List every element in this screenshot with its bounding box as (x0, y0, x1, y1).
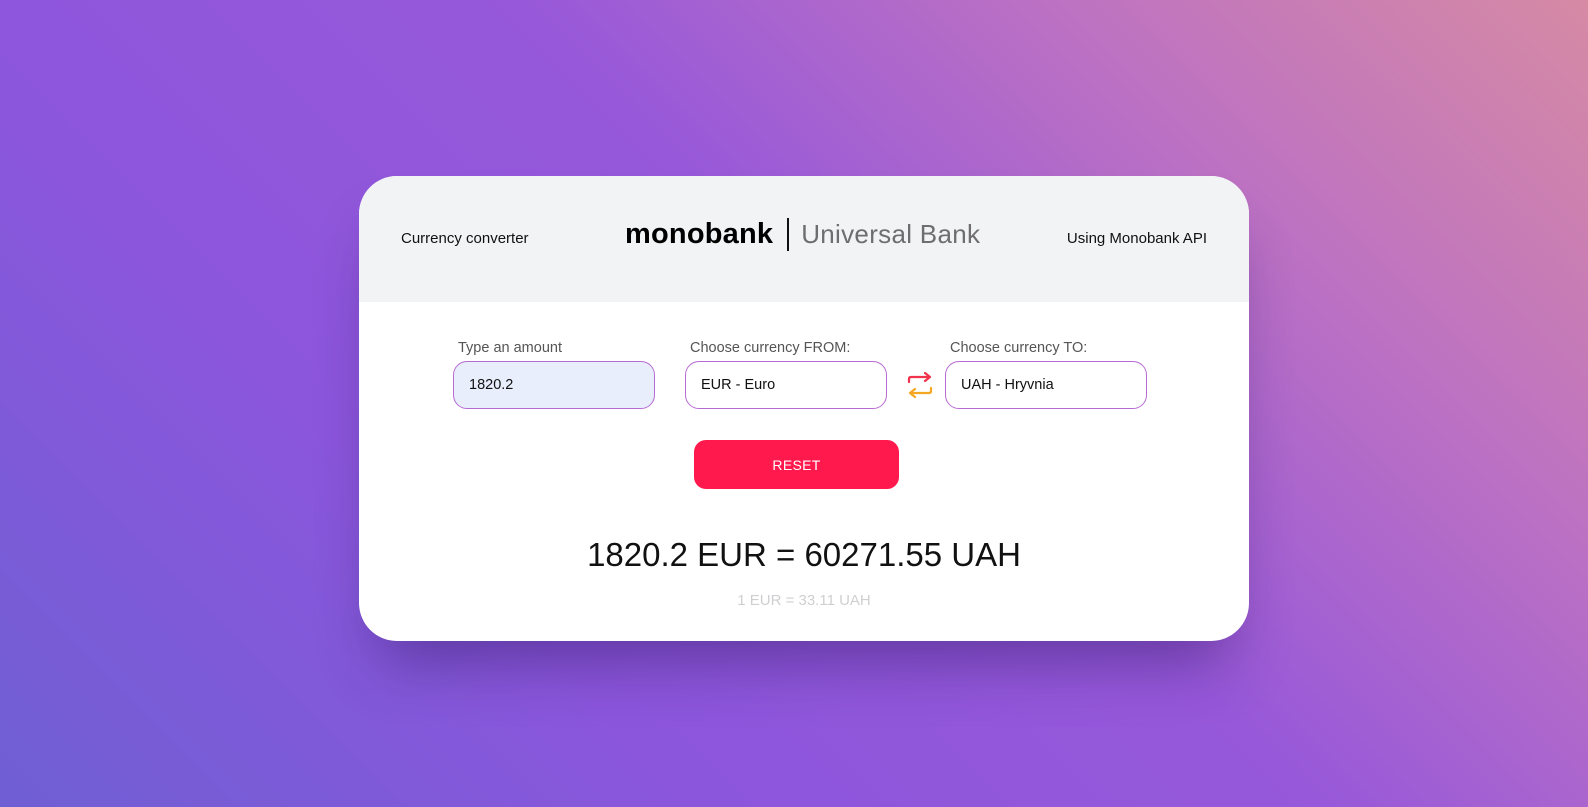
amount-label: Type an amount (458, 340, 562, 356)
reset-button[interactable]: RESET (694, 440, 899, 489)
to-currency-label: Choose currency TO: (950, 340, 1088, 356)
from-currency-label: Choose currency FROM: (690, 340, 851, 356)
converter-card: Currency converter monobank Universal Ba… (359, 176, 1249, 641)
to-currency-value: UAH - Hryvnia (961, 377, 1054, 393)
from-currency-value: EUR - Euro (701, 377, 776, 393)
logo-divider (787, 217, 790, 251)
card-header: Currency converter monobank Universal Ba… (359, 176, 1249, 302)
monobank-logo: monobank Universal Bank (625, 216, 980, 252)
app-title: Currency converter (401, 230, 529, 247)
amount-input[interactable] (453, 361, 655, 409)
from-currency-select[interactable]: EUR - Euro (685, 361, 887, 409)
conversion-result: 1820.2 EUR = 60271.55 UAH (587, 536, 1021, 573)
api-credit: Using Monobank API (1066, 230, 1207, 247)
logo-brand: monobank (625, 217, 774, 250)
logo-tagline: Universal Bank (801, 218, 981, 249)
to-currency-select[interactable]: UAH - Hryvnia (945, 361, 1147, 409)
swap-arrows-icon[interactable] (905, 370, 935, 400)
exchange-rate: 1 EUR = 33.11 UAH (737, 592, 871, 609)
